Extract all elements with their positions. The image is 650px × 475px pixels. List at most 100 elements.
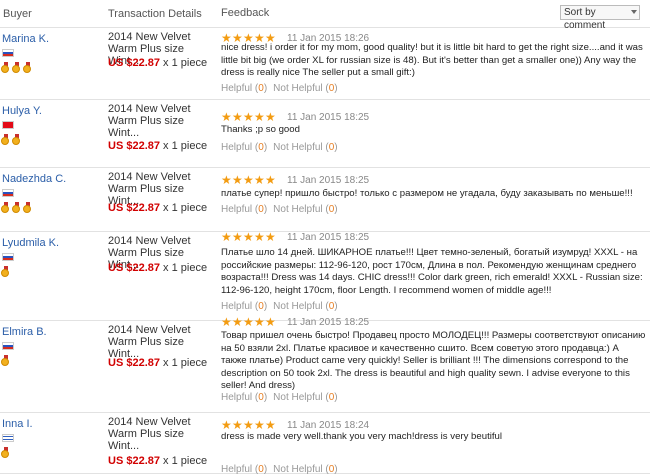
- medal-icon: [12, 62, 22, 73]
- helpful-votes: Helpful (0) Not Helpful (0): [221, 392, 338, 403]
- helpful-button-count: 0: [258, 142, 264, 153]
- not-helpful-button-count: 0: [328, 142, 335, 153]
- medal-icon: [1, 62, 11, 73]
- helpful-button-count: 0: [258, 301, 264, 312]
- country-flag-icon: [2, 49, 14, 57]
- feedback-date: 11 Jan 2015 18:24: [287, 420, 370, 431]
- order-price: US $22.87 x 1 piece: [108, 262, 207, 274]
- not-helpful-button-label: Not Helpful: [273, 464, 323, 475]
- star-icon: ★: [254, 315, 265, 329]
- star-icon: ★: [221, 418, 232, 432]
- order-quantity: x 1 piece: [163, 202, 208, 214]
- product-title[interactable]: 2014 New Velvet Warm Plus size Wint...: [108, 324, 218, 360]
- buyer-column-header: Buyer: [3, 8, 32, 20]
- sort-select-value: Sort by comment: [564, 7, 606, 31]
- star-icon: ★: [221, 315, 232, 329]
- buyer-name-link[interactable]: Marina K.: [2, 33, 49, 45]
- medal-icon: [12, 202, 22, 213]
- star-icon: ★: [254, 173, 265, 187]
- transaction-column-header: Transaction Details: [108, 8, 202, 20]
- not-helpful-button[interactable]: Not Helpful (0): [273, 464, 337, 475]
- helpful-button-count: 0: [258, 392, 264, 403]
- not-helpful-button[interactable]: Not Helpful (0): [273, 204, 337, 215]
- helpful-votes: Helpful (0) Not Helpful (0): [221, 464, 338, 475]
- price-amount: US $22.87: [108, 262, 160, 274]
- product-title[interactable]: 2014 New Velvet Warm Plus size Wint...: [108, 416, 218, 452]
- order-price: US $22.87 x 1 piece: [108, 202, 207, 214]
- helpful-button-label: Helpful: [221, 464, 253, 475]
- star-icon: ★: [221, 110, 232, 124]
- order-price: US $22.87 x 1 piece: [108, 455, 207, 467]
- star-icon: ★: [265, 315, 276, 329]
- order-price: US $22.87 x 1 piece: [108, 357, 207, 369]
- order-quantity: x 1 piece: [163, 57, 208, 69]
- star-icon: ★: [243, 173, 254, 187]
- feedback-column-header: Feedback: [221, 7, 270, 19]
- star-icon: ★: [265, 230, 276, 244]
- helpful-button[interactable]: Helpful (0): [221, 301, 267, 312]
- not-helpful-button-count: 0: [328, 83, 335, 94]
- star-icon: ★: [243, 418, 254, 432]
- star-icon: ★: [254, 110, 265, 124]
- not-helpful-button-label: Not Helpful: [273, 142, 323, 153]
- helpful-button-count: 0: [258, 464, 264, 475]
- helpful-button[interactable]: Helpful (0): [221, 83, 267, 94]
- star-icon: ★: [232, 418, 243, 432]
- helpful-button[interactable]: Helpful (0): [221, 392, 267, 403]
- buyer-name-link[interactable]: Elmira B.: [2, 326, 47, 338]
- buyer-name-link[interactable]: Nadezhda C.: [2, 173, 66, 185]
- not-helpful-button[interactable]: Not Helpful (0): [273, 142, 337, 153]
- star-rating: ★ ★ ★ ★ ★: [221, 111, 276, 123]
- star-icon: ★: [254, 230, 265, 244]
- helpful-button[interactable]: Helpful (0): [221, 464, 267, 475]
- buyer-name-link[interactable]: Hulya Y.: [2, 105, 42, 117]
- order-price: US $22.87 x 1 piece: [108, 57, 207, 69]
- feedback-date: 11 Jan 2015 18:25: [287, 317, 370, 328]
- medal-icon: [23, 202, 33, 213]
- helpful-button[interactable]: Helpful (0): [221, 204, 267, 215]
- buyer-level-medals: [1, 266, 11, 277]
- helpful-button[interactable]: Helpful (0): [221, 142, 267, 153]
- star-rating: ★ ★ ★ ★ ★: [221, 316, 276, 328]
- medal-icon: [1, 447, 11, 458]
- helpful-votes: Helpful (0) Not Helpful (0): [221, 142, 338, 153]
- feedback-date: 11 Jan 2015 18:25: [287, 175, 370, 186]
- helpful-button-count: 0: [258, 83, 264, 94]
- buyer-level-medals: [1, 134, 22, 145]
- feedback-text: Платье шло 14 дней. ШИКАРНОЕ платье!!! Ц…: [221, 247, 643, 296]
- not-helpful-button[interactable]: Not Helpful (0): [273, 392, 337, 403]
- feedback-date: 11 Jan 2015 18:25: [287, 232, 370, 243]
- helpful-button-label: Helpful: [221, 83, 253, 94]
- medal-icon: [1, 355, 11, 366]
- buyer-level-medals: [1, 202, 33, 213]
- star-icon: ★: [265, 110, 276, 124]
- helpful-votes: Helpful (0) Not Helpful (0): [221, 204, 338, 215]
- feedback-text: Товар пришел очень быстро! Продавец прос…: [221, 330, 646, 391]
- order-quantity: x 1 piece: [163, 357, 208, 369]
- star-icon: ★: [265, 173, 276, 187]
- star-icon: ★: [232, 315, 243, 329]
- not-helpful-button[interactable]: Not Helpful (0): [273, 301, 337, 312]
- helpful-votes: Helpful (0) Not Helpful (0): [221, 83, 338, 94]
- buyer-name-link[interactable]: Inna I.: [2, 418, 33, 430]
- not-helpful-button-count: 0: [328, 204, 335, 215]
- not-helpful-button-count: 0: [328, 301, 335, 312]
- price-amount: US $22.87: [108, 455, 160, 467]
- sort-select[interactable]: Sort by comment: [560, 5, 640, 31]
- star-rating: ★ ★ ★ ★ ★: [221, 174, 276, 186]
- star-icon: ★: [232, 230, 243, 244]
- row-divider: [0, 167, 650, 168]
- order-price: US $22.87 x 1 piece: [108, 140, 207, 152]
- buyer-name-link[interactable]: Lyudmila K.: [2, 237, 59, 249]
- medal-icon: [23, 62, 33, 73]
- helpful-button-label: Helpful: [221, 301, 253, 312]
- helpful-button-label: Helpful: [221, 204, 253, 215]
- product-title[interactable]: 2014 New Velvet Warm Plus size Wint...: [108, 103, 218, 139]
- feedback-text: Thanks ;p so good: [221, 124, 300, 135]
- buyer-level-medals: [1, 447, 11, 458]
- medal-icon: [1, 266, 11, 277]
- country-flag-icon: [2, 434, 14, 442]
- not-helpful-button-count: 0: [328, 464, 335, 475]
- not-helpful-button[interactable]: Not Helpful (0): [273, 83, 337, 94]
- star-icon: ★: [243, 315, 254, 329]
